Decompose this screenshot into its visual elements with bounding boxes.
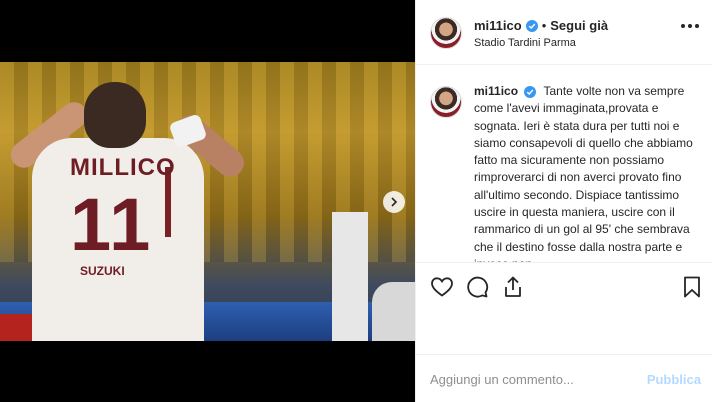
comment-input[interactable] xyxy=(430,369,640,389)
player-head xyxy=(84,82,146,148)
post-header: mi11ico • Segui già Stadio Tardini Parma xyxy=(416,0,712,65)
shirt-sponsor: SUZUKI xyxy=(80,264,125,278)
shirt-number: 11 xyxy=(70,183,153,266)
heart-icon[interactable] xyxy=(430,275,454,299)
player-figure: MILLICO 11 SUZUKI xyxy=(0,62,260,341)
verified-badge-icon xyxy=(524,86,537,98)
add-comment-bar: Pubblica xyxy=(416,354,712,402)
location-link[interactable]: Stadio Tardini Parma xyxy=(474,37,608,49)
shirt-name: MILLICO xyxy=(70,154,176,181)
chevron-right-icon xyxy=(391,197,398,207)
post-photo[interactable]: MILLICO 11 SUZUKI xyxy=(0,62,415,341)
post-caption: mi11ico Tante volte non va sempre come l… xyxy=(474,83,702,262)
username-link[interactable]: mi11ico xyxy=(474,18,522,33)
caption-text: Tante volte non va sempre come l'avevi i… xyxy=(474,84,693,262)
bookmark-icon[interactable] xyxy=(680,275,704,299)
next-image-button[interactable] xyxy=(383,191,405,213)
background-player xyxy=(372,282,415,341)
separator-dot: • xyxy=(541,18,547,33)
comment-icon[interactable] xyxy=(465,275,489,299)
goal-post xyxy=(332,212,368,341)
caption-username[interactable]: mi11ico xyxy=(474,84,518,98)
caption-avatar[interactable] xyxy=(430,86,462,118)
post-header-row: mi11ico • Segui già xyxy=(474,18,608,33)
publish-button[interactable]: Pubblica xyxy=(647,372,701,387)
post-sidebar: mi11ico • Segui già Stadio Tardini Parma… xyxy=(415,0,712,402)
verified-badge-icon xyxy=(525,19,538,32)
share-icon[interactable] xyxy=(501,275,525,299)
post-header-text: mi11ico • Segui già Stadio Tardini Parma xyxy=(474,18,608,49)
more-options-icon[interactable] xyxy=(681,24,699,28)
post-media: MILLICO 11 SUZUKI xyxy=(0,0,415,402)
comments-area[interactable]: mi11ico Tante volte non va sempre come l… xyxy=(416,66,712,262)
follow-button[interactable]: Segui già xyxy=(550,18,608,33)
action-bar xyxy=(416,262,712,312)
avatar[interactable] xyxy=(430,17,462,49)
